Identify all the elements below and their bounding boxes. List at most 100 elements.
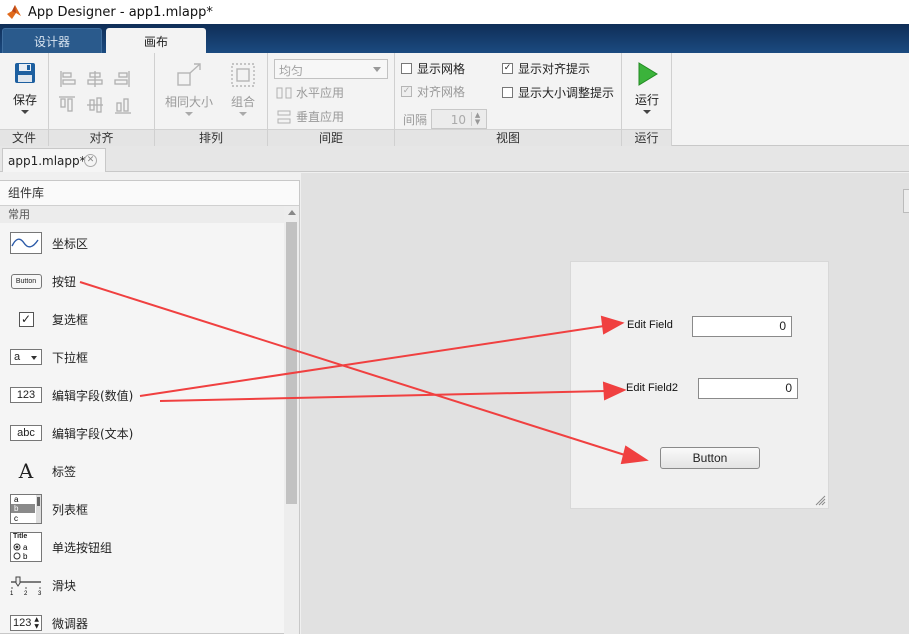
label-icon: A [10,459,42,483]
ribbon-group-run: 运行 运行 [622,53,672,146]
app-figure-window[interactable]: Edit Field 0 Edit Field2 0 Button [570,261,829,509]
interval-value: 10 [450,113,467,127]
close-icon[interactable]: ✕ [84,154,97,167]
spacing-dropdown[interactable]: 均匀 [274,59,388,79]
same-size-label: 相同大小 [164,95,213,109]
text-field-icon-text: abc [10,425,42,441]
spinner-icon: 123 ▲ ▼ [10,612,42,634]
group-label-file: 文件 [0,129,48,146]
edit-field-1-input[interactable]: 0 [692,316,792,337]
edit-field-2-input[interactable]: 0 [698,378,798,399]
axes-icon [10,232,42,254]
vertical-spacing-icon [277,110,291,123]
library-item-label: 滑块 [52,578,77,593]
group-label-view: 视图 [395,129,621,146]
edit-field-1-label: Edit Field [627,319,673,331]
save-button[interactable]: 保存 [5,61,45,114]
design-canvas[interactable]: Edit Field 0 Edit Field2 0 Button [301,173,909,634]
library-item-axes[interactable]: 坐标区 [0,224,284,262]
library-item-label: 列表框 [52,502,89,517]
show-resize-hints-label: 显示大小调整提示 [518,86,615,100]
ribbon-group-arrange: 相同大小 组合 排列 [155,53,268,146]
library-item-text-field[interactable]: abc 编辑字段(文本) [0,414,284,452]
tab-designer[interactable]: 设计器 [2,28,102,53]
spacing-dropdown-value: 均匀 [279,64,304,78]
checkbox-unchecked-icon [401,63,412,74]
snap-grid-label: 对齐网格 [417,85,466,99]
edit-field-2-label: Edit Field2 [626,382,678,394]
play-icon [638,62,658,86]
library-item-dropdown[interactable]: a 下拉框 [0,338,284,376]
resize-grip-icon[interactable] [814,494,826,506]
title-bar: App Designer - app1.mlapp* [0,0,909,24]
ribbon-tab-strip: 设计器 画布 [0,24,909,54]
svg-text:a: a [14,495,19,504]
interval-label: 间隔 [403,112,428,127]
spinner-arrows-icon: ▲ ▼ [471,112,483,126]
chevron-down-icon [643,110,651,114]
library-item-label-component[interactable]: A 标签 [0,452,284,490]
document-tab[interactable]: app1.mlapp* ✕ [2,148,106,172]
interval-spinner[interactable]: 10 ▲ ▼ [431,109,488,129]
group-label-run: 运行 [622,129,671,146]
library-item-radio-group[interactable]: Title ab 单选按钮组 [0,528,284,566]
library-item-label: 编辑字段(数值) [52,388,134,403]
library-item-label: 单选按钮组 [52,540,113,555]
library-item-label: 复选框 [52,312,89,327]
tab-canvas[interactable]: 画布 [106,28,206,54]
group-button[interactable]: 组合 [223,61,263,116]
label-icon-text: A [18,459,34,483]
library-item-label: 微调器 [52,616,89,631]
scroll-up-arrow-icon[interactable] [288,210,296,215]
library-item-label: 坐标区 [52,236,89,251]
vertical-apply-label: 垂直应用 [296,110,345,124]
ribbon-group-file: 保存 文件 [0,53,49,146]
group-objects-icon [231,63,255,87]
library-header: 组件库 [0,181,299,206]
group-label-arrange: 排列 [155,129,267,146]
library-item-slider[interactable]: 1 2 3 滑块 [0,566,284,604]
spinner-icon-text: 123 [13,617,32,629]
run-button[interactable]: 运行 [627,61,667,114]
app-button[interactable]: Button [660,447,760,469]
dropdown-icon-text: a [14,351,21,363]
library-item-numeric-field[interactable]: 123 编辑字段(数值) [0,376,284,414]
vertical-apply-button[interactable]: 垂直应用 [276,108,344,125]
document-tab-bar: app1.mlapp* ✕ [0,146,909,172]
radio-group-icon-text: Title [13,533,28,540]
library-list: 坐标区 Button 按钮 ✓ 复选框 a 下拉框 123 编辑字段(数值) a… [0,224,284,634]
same-size-button[interactable]: 相同大小 [161,61,217,116]
library-item-listbox[interactable]: abc 列表框 [0,490,284,528]
listbox-icon: abc [10,494,42,524]
svg-text:c: c [14,514,18,523]
show-resize-hints-checkbox[interactable]: 显示大小调整提示 [502,84,614,101]
resize-arrows-icon [177,63,201,86]
svg-text:2: 2 [24,591,28,596]
property-panel-handle[interactable] [903,189,909,213]
interval-control: 间隔 10 ▲ ▼ [403,109,488,129]
scrollbar-thumb[interactable] [286,222,297,504]
radio-group-icon: Title ab [10,532,42,562]
ribbon-toolbar: 保存 文件 对齐 相同大小 组合 排列 均匀 水平应用 垂直应用 间距 显示网格… [0,53,909,146]
chevron-down-icon [21,110,29,114]
svg-text:1: 1 [10,591,14,596]
horizontal-apply-button[interactable]: 水平应用 [276,84,344,101]
group-label-spacing: 间距 [268,129,394,146]
checkbox-checked-icon: ✓ [401,86,412,97]
component-library: 组件库 常用 坐标区 Button 按钮 ✓ 复选框 a 下拉框 123 编辑字… [0,180,300,634]
svg-text:b: b [14,504,19,513]
checkbox-checked-icon: ✓ [502,63,513,74]
ribbon-group-spacing: 均匀 水平应用 垂直应用 间距 [268,53,395,146]
chevron-down-icon [239,112,247,116]
show-grid-checkbox[interactable]: 显示网格 [401,60,465,77]
library-item-spinner[interactable]: 123 ▲ ▼ 微调器 [0,604,284,634]
group-label: 组合 [230,95,255,109]
library-scrollbar[interactable] [284,206,299,634]
library-item-button[interactable]: Button 按钮 [0,262,284,300]
library-item-checkbox[interactable]: ✓ 复选框 [0,300,284,338]
show-grid-label: 显示网格 [417,62,466,76]
snap-grid-checkbox[interactable]: ✓ 对齐网格 [401,83,465,100]
numeric-field-icon-text: 123 [10,387,42,403]
show-align-hints-checkbox[interactable]: ✓ 显示对齐提示 [502,60,590,77]
horizontal-apply-label: 水平应用 [296,86,345,100]
